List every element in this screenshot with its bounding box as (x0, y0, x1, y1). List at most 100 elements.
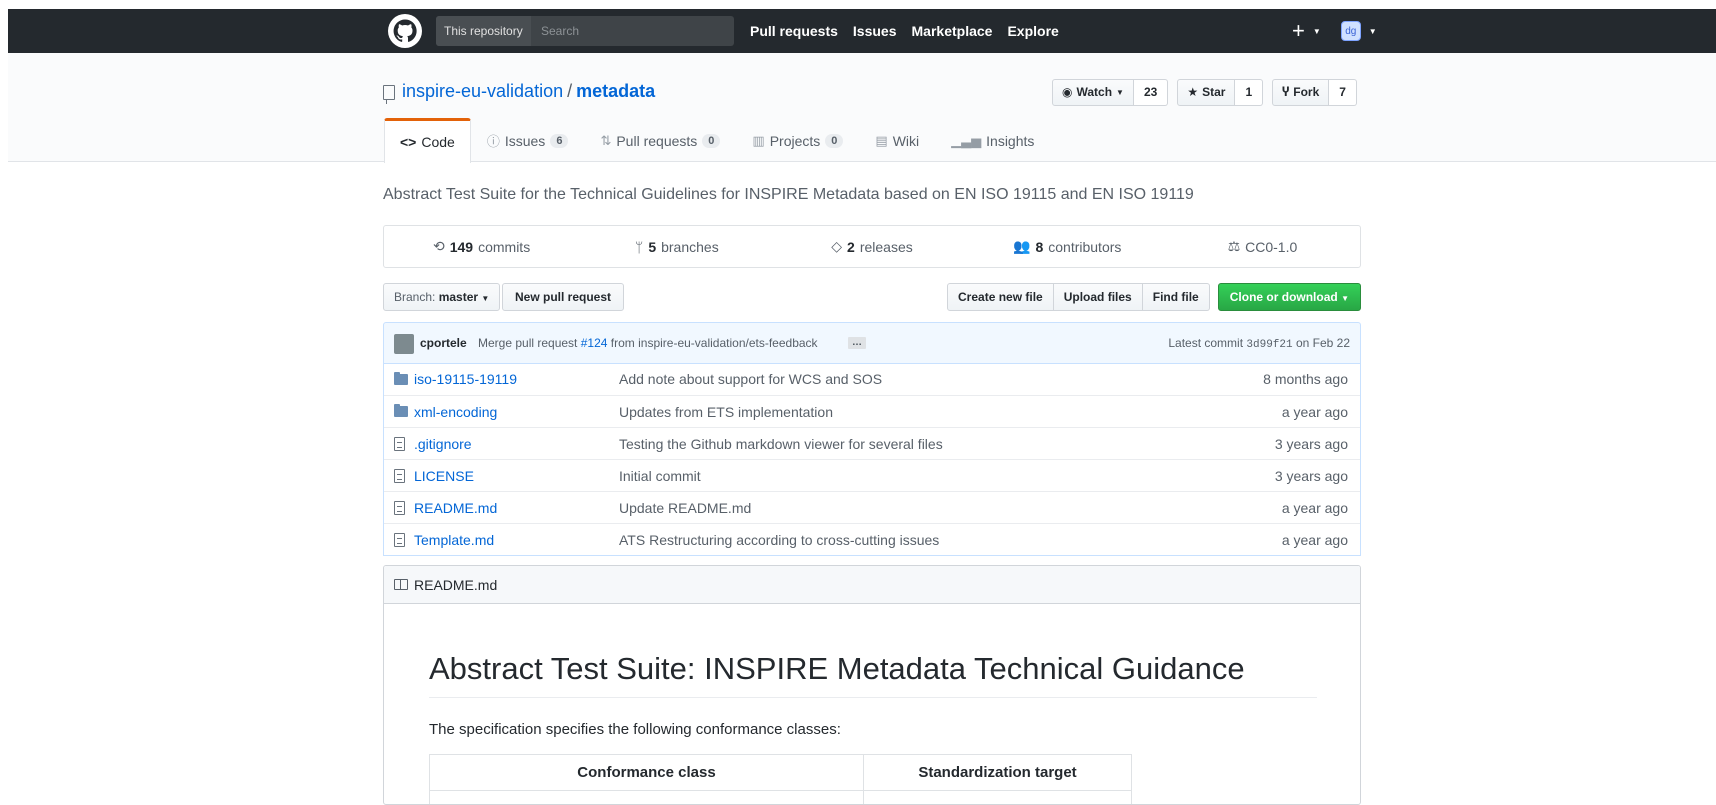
file-age: 3 years ago (1200, 468, 1360, 484)
clone-or-download-button[interactable]: Clone or download ▼ (1218, 283, 1361, 311)
table-cell (430, 791, 864, 805)
tab-projects[interactable]: ▥ Projects 0 (736, 118, 859, 162)
tab-pull-requests[interactable]: ⇅ Pull requests 0 (584, 118, 736, 162)
tab-code[interactable]: <> Code (384, 118, 471, 163)
file-name-link[interactable]: README.md (410, 500, 619, 516)
conformance-table: Conformance class Standardization target (429, 754, 1132, 805)
fork-group: Ⴤ Fork 7 (1272, 79, 1357, 106)
file-commit-message[interactable]: ATS Restructuring according to cross-cut… (619, 532, 1200, 548)
table-row: xml-encoding Updates from ETS implementa… (384, 395, 1360, 427)
branch-icon: ᛘ (635, 239, 643, 255)
search-input[interactable] (535, 16, 734, 46)
contributors-count: 8 (1035, 239, 1043, 255)
file-name-link[interactable]: iso-19115-19119 (410, 371, 619, 387)
readme-header: README.md (384, 566, 1360, 604)
contributors-link[interactable]: 👥 8 contributors (970, 226, 1165, 267)
fork-label: Fork (1293, 80, 1319, 105)
tab-label: Wiki (893, 133, 919, 149)
file-actions: Create new file Upload files Find file C… (947, 283, 1361, 311)
contributors-label: contributors (1048, 239, 1121, 255)
pull-request-link[interactable]: #124 (581, 336, 608, 350)
watch-label: Watch (1076, 80, 1112, 105)
expand-commit-button[interactable]: … (848, 337, 866, 349)
latest-commit-info: Latest commit 3d99f21 on Feb 22 (1168, 336, 1350, 351)
star-count[interactable]: 1 (1235, 79, 1263, 106)
tab-wiki[interactable]: ▤ Wiki (859, 118, 935, 162)
tab-insights[interactable]: ▁▃▅ Insights (935, 118, 1050, 162)
commit-date: on Feb 22 (1296, 336, 1350, 350)
readme-panel: README.md Abstract Test Suite: INSPIRE M… (383, 565, 1361, 805)
file-commit-message[interactable]: Updates from ETS implementation (619, 404, 1200, 420)
new-pull-request-button[interactable]: New pull request (502, 283, 624, 311)
find-file-button[interactable]: Find file (1143, 283, 1210, 311)
commit-sha-link[interactable]: 3d99f21 (1246, 339, 1292, 351)
history-icon: ⟲ (433, 238, 445, 255)
fork-count[interactable]: 7 (1329, 79, 1357, 106)
chevron-down-icon[interactable]: ▼ (1313, 27, 1321, 36)
file-navigation: Branch: master ▼ New pull request Create… (383, 283, 1361, 311)
file-name-link[interactable]: .gitignore (410, 436, 619, 452)
watch-count[interactable]: 23 (1134, 79, 1168, 106)
nav-pull-requests[interactable]: Pull requests (750, 23, 838, 39)
commit-message-suffix[interactable]: from inspire-eu-validation/ets-feedback (611, 336, 818, 350)
readme-title: Abstract Test Suite: INSPIRE Metadata Te… (429, 651, 1317, 698)
nav-issues[interactable]: Issues (853, 23, 897, 39)
file-commit-message[interactable]: Initial commit (619, 468, 1200, 484)
tab-label: Pull requests (616, 133, 697, 149)
repo-title: inspire-eu-validation/metadata (402, 81, 655, 102)
folder-icon (394, 406, 410, 417)
avatar[interactable]: dg (1341, 21, 1361, 41)
table-row: README.md Update README.md a year ago (384, 491, 1360, 523)
star-label: Star (1202, 80, 1225, 105)
commit-author-link[interactable]: cportele (420, 336, 467, 350)
search-box[interactable]: This repository (436, 16, 734, 46)
branch-select-button[interactable]: Branch: master ▼ (383, 283, 500, 311)
repo-name-link[interactable]: metadata (576, 81, 655, 101)
branches-link[interactable]: ᛘ 5 branches (579, 226, 774, 267)
commits-link[interactable]: ⟲ 149 commits (384, 226, 579, 267)
wiki-icon: ▤ (875, 133, 887, 149)
avatar[interactable] (394, 334, 414, 354)
code-icon: <> (400, 134, 416, 150)
commit-message: Merge pull request #124 from inspire-eu-… (478, 336, 818, 350)
chevron-down-icon: ▼ (1116, 80, 1124, 105)
file-commit-message[interactable]: Update README.md (619, 500, 1200, 516)
file-commit-message[interactable]: Add note about support for WCS and SOS (619, 371, 1200, 387)
chevron-down-icon[interactable]: ▼ (1369, 27, 1377, 36)
file-name-link[interactable]: Template.md (410, 532, 619, 548)
file-age: a year ago (1200, 404, 1360, 420)
clone-label: Clone or download (1230, 290, 1338, 304)
file-commit-message[interactable]: Testing the Github markdown viewer for s… (619, 436, 1200, 452)
license-label: CC0-1.0 (1245, 239, 1297, 255)
header-actions: + ▼ dg ▼ (1292, 9, 1377, 53)
file-icon (394, 437, 410, 451)
issue-icon: ⓘ (487, 131, 500, 150)
path-separator: / (567, 81, 572, 101)
nav-explore[interactable]: Explore (1007, 23, 1058, 39)
star-button[interactable]: ★ Star (1177, 79, 1235, 106)
create-new-file-button[interactable]: Create new file (947, 283, 1054, 311)
repo-description: Abstract Test Suite for the Technical Gu… (383, 186, 1194, 204)
tag-icon: ◇ (831, 238, 842, 255)
file-name-link[interactable]: LICENSE (410, 468, 619, 484)
fork-button[interactable]: Ⴤ Fork (1272, 79, 1329, 106)
people-icon: 👥 (1013, 238, 1030, 255)
tab-issues[interactable]: ⓘ Issues 6 (471, 118, 585, 162)
commits-label: commits (478, 239, 530, 255)
commit-message-prefix[interactable]: Merge pull request (478, 336, 577, 350)
github-logo-icon[interactable] (388, 14, 422, 48)
releases-link[interactable]: ◇ 2 releases (774, 226, 969, 267)
plus-icon[interactable]: + (1292, 20, 1305, 42)
nav-marketplace[interactable]: Marketplace (912, 23, 993, 39)
watch-button[interactable]: ◉ Watch ▼ (1052, 79, 1134, 106)
upload-files-button[interactable]: Upload files (1054, 283, 1143, 311)
table-header-conformance-class: Conformance class (430, 755, 864, 791)
file-age: 8 months ago (1200, 371, 1360, 387)
book-icon (394, 579, 408, 590)
tab-label: Issues (505, 133, 545, 149)
file-name-link[interactable]: xml-encoding (410, 404, 619, 420)
table-row: iso-19115-19119 Add note about support f… (384, 363, 1360, 395)
law-icon: ⚖ (1228, 238, 1241, 255)
license-link[interactable]: ⚖ CC0-1.0 (1165, 226, 1360, 267)
repo-owner-link[interactable]: inspire-eu-validation (402, 81, 563, 101)
